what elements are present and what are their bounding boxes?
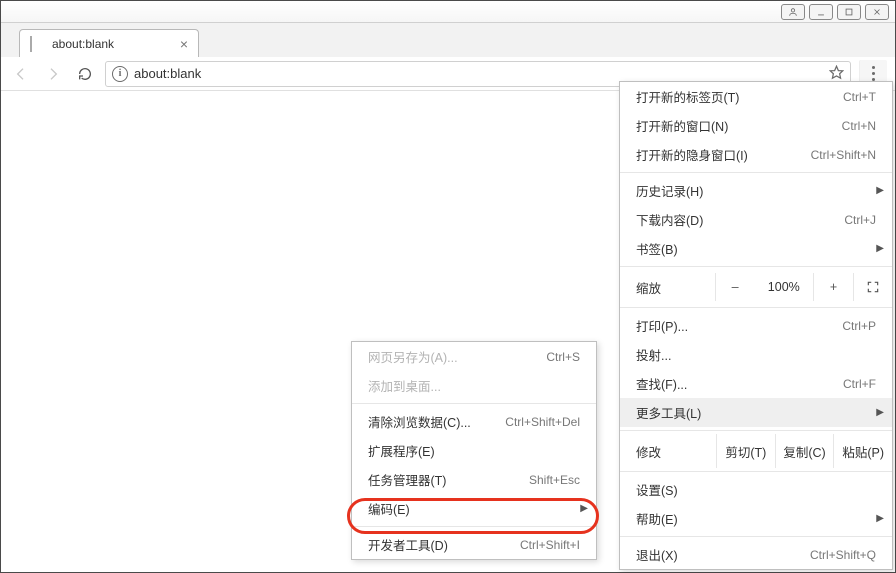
chevron-right-icon: ▶ (876, 513, 884, 524)
menu-separator (620, 172, 892, 173)
os-titlebar (1, 1, 895, 23)
menu-separator (620, 471, 892, 472)
menu-separator (620, 536, 892, 537)
chevron-right-icon: ▶ (876, 185, 884, 196)
menu-separator (620, 266, 892, 267)
menu-new-window[interactable]: 打开新的窗口(N)Ctrl+N (620, 111, 892, 140)
menu-separator (352, 526, 596, 527)
bookmark-star-icon[interactable] (829, 65, 844, 83)
back-button[interactable] (9, 62, 33, 86)
fullscreen-button[interactable] (853, 273, 892, 301)
zoom-value: 100% (754, 280, 813, 294)
menu-zoom-row: 缩放 – 100% + (620, 270, 892, 304)
edit-label: 修改 (620, 442, 716, 461)
chevron-right-icon: ▶ (580, 503, 588, 514)
edit-paste[interactable]: 粘贴(P) (833, 434, 892, 468)
menu-more-tools[interactable]: 更多工具(L)▶ (620, 398, 892, 427)
menu-history[interactable]: 历史记录(H)▶ (620, 176, 892, 205)
zoom-label: 缩放 (620, 278, 715, 297)
browser-window: about:blank × i about:blank 打开新的标签页(T)Ct… (0, 0, 896, 573)
site-info-icon[interactable]: i (112, 66, 128, 82)
close-tab-icon[interactable]: × (180, 37, 188, 51)
menu-separator (620, 430, 892, 431)
main-menu: 打开新的标签页(T)Ctrl+T 打开新的窗口(N)Ctrl+N 打开新的隐身窗… (619, 81, 893, 570)
submenu-save-as[interactable]: 网页另存为(A)...Ctrl+S (352, 342, 596, 371)
menu-downloads[interactable]: 下载内容(D)Ctrl+J (620, 205, 892, 234)
menu-new-incognito[interactable]: 打开新的隐身窗口(I)Ctrl+Shift+N (620, 140, 892, 169)
chevron-right-icon: ▶ (876, 243, 884, 254)
submenu-extensions[interactable]: 扩展程序(E) (352, 436, 596, 465)
submenu-clear-data[interactable]: 清除浏览数据(C)...Ctrl+Shift+Del (352, 407, 596, 436)
zoom-out-button[interactable]: – (715, 273, 754, 301)
submenu-task-manager[interactable]: 任务管理器(T)Shift+Esc (352, 465, 596, 494)
menu-cast[interactable]: 投射... (620, 340, 892, 369)
maximize-button[interactable] (837, 4, 861, 20)
menu-exit[interactable]: 退出(X)Ctrl+Shift+Q (620, 540, 892, 569)
submenu-dev-tools[interactable]: 开发者工具(D)Ctrl+Shift+I (352, 530, 596, 559)
edit-cut[interactable]: 剪切(T) (716, 434, 775, 468)
reload-button[interactable] (73, 62, 97, 86)
menu-settings[interactable]: 设置(S) (620, 475, 892, 504)
submenu-add-desktop[interactable]: 添加到桌面... (352, 371, 596, 400)
submenu-encoding[interactable]: 编码(E)▶ (352, 494, 596, 523)
zoom-in-button[interactable]: + (813, 273, 852, 301)
forward-button[interactable] (41, 62, 65, 86)
browser-tab[interactable]: about:blank × (19, 29, 199, 57)
minimize-button[interactable] (809, 4, 833, 20)
close-window-button[interactable] (865, 4, 889, 20)
more-tools-submenu: 网页另存为(A)...Ctrl+S 添加到桌面... 清除浏览数据(C)...C… (351, 341, 597, 560)
page-favicon (30, 37, 44, 51)
menu-find[interactable]: 查找(F)...Ctrl+F (620, 369, 892, 398)
user-icon[interactable] (781, 4, 805, 20)
menu-help[interactable]: 帮助(E)▶ (620, 504, 892, 533)
menu-separator (352, 403, 596, 404)
tab-title: about:blank (52, 37, 114, 51)
menu-separator (620, 307, 892, 308)
chevron-right-icon: ▶ (876, 407, 884, 418)
edit-copy[interactable]: 复制(C) (775, 434, 834, 468)
menu-bookmarks[interactable]: 书签(B)▶ (620, 234, 892, 263)
tab-strip: about:blank × (1, 23, 895, 57)
menu-edit-row: 修改 剪切(T) 复制(C) 粘贴(P) (620, 434, 892, 468)
menu-print[interactable]: 打印(P)...Ctrl+P (620, 311, 892, 340)
url-text: about:blank (134, 66, 823, 81)
menu-new-tab[interactable]: 打开新的标签页(T)Ctrl+T (620, 82, 892, 111)
